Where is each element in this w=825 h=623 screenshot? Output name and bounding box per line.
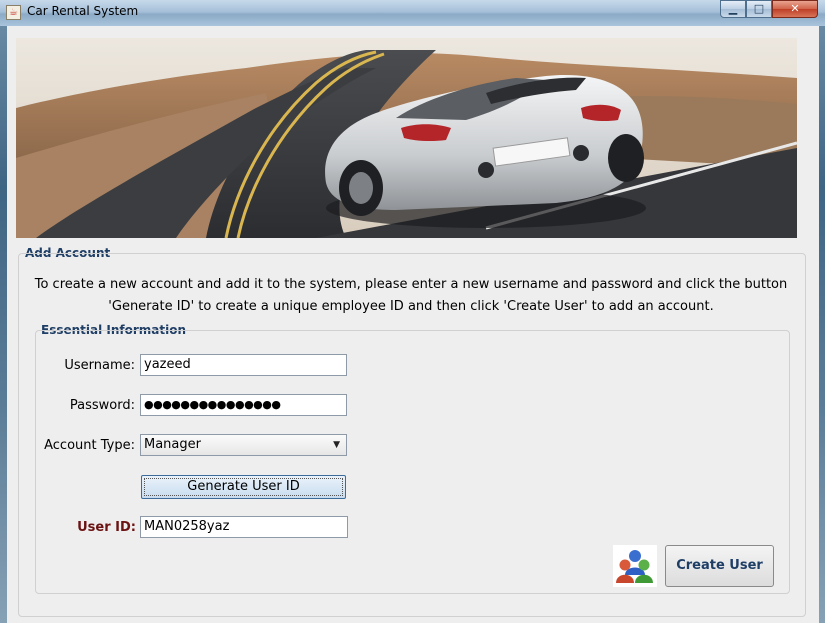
generate-user-id-button[interactable]: Generate User ID — [141, 475, 346, 499]
account-type-value: Manager — [144, 437, 201, 452]
password-field[interactable]: ●●●●●●●●●●●●●●● — [140, 394, 347, 416]
minimize-button[interactable]: ▁ — [720, 0, 746, 18]
create-user-button[interactable]: Create User — [665, 545, 774, 587]
window-controls: ▁ □ ✕ — [720, 0, 818, 18]
chevron-down-icon: ▼ — [333, 440, 340, 450]
description-line-2: 'Generate ID' to create a unique employe… — [108, 299, 714, 314]
app-window: ☕ Car Rental System ▁ □ ✕ Add Account To… — [0, 0, 825, 623]
window-title: Car Rental System — [27, 4, 139, 18]
users-icon — [613, 545, 657, 587]
close-button[interactable]: ✕ — [772, 0, 818, 18]
user-id-field[interactable]: MAN0258yaz — [140, 516, 348, 538]
java-app-icon: ☕ — [6, 5, 21, 20]
username-label: Username: — [64, 358, 135, 373]
car-banner-graphic — [16, 38, 797, 238]
banner-image — [16, 38, 797, 238]
account-type-select[interactable]: Manager ▼ — [140, 434, 347, 456]
title-bar[interactable]: ☕ Car Rental System ▁ □ ✕ — [0, 0, 825, 26]
description-line-1: To create a new account and add it to th… — [34, 277, 788, 292]
password-label: Password: — [69, 398, 135, 413]
maximize-button[interactable]: □ — [746, 0, 772, 18]
content-pane: Add Account To create a new account and … — [7, 26, 819, 623]
user-id-label: User ID: — [77, 520, 136, 535]
username-field[interactable]: yazeed — [140, 354, 347, 376]
account-type-label: Account Type: — [44, 438, 135, 453]
